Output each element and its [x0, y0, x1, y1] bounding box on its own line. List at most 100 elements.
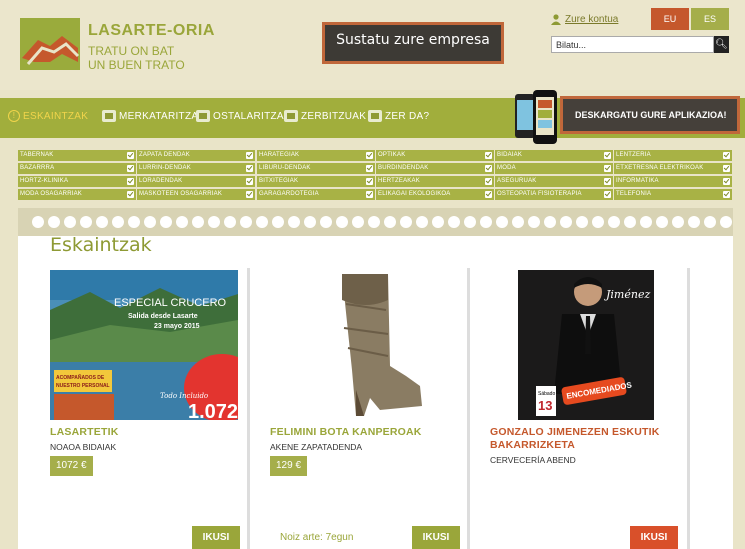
category-label: OPTIKAK	[378, 152, 406, 158]
checkbox-icon[interactable]	[485, 178, 492, 185]
view-button[interactable]: IKUSI	[192, 526, 240, 549]
category-filter[interactable]: INFORMATIKA	[614, 176, 732, 187]
category-label: MODA OSAGARRIAK	[20, 191, 83, 197]
phones-image	[515, 90, 557, 144]
category-filter[interactable]: HORTZ-KLINIKA	[18, 176, 136, 187]
category-filter[interactable]: HARATEGIAK	[257, 150, 375, 161]
offer-title[interactable]: GONZALO JIMENEZEN ESKUTIK	[490, 426, 660, 438]
category-label: LIBURU-DENDAK	[259, 165, 311, 171]
category-filter[interactable]: ASEGURUAK	[495, 176, 613, 187]
category-filter[interactable]: OSTEOPATIA FISIOTERAPIA	[495, 189, 613, 200]
checkbox-icon[interactable]	[723, 165, 730, 172]
torn-edge-decoration	[320, 216, 332, 228]
category-filter[interactable]: BAZARRRA	[18, 163, 136, 174]
nav-item-zer-da[interactable]: ZER DA?	[368, 110, 429, 122]
checkbox-icon[interactable]	[485, 165, 492, 172]
category-filter[interactable]: LIBURU-DENDAK	[257, 163, 375, 174]
torn-edge-decoration	[304, 216, 316, 228]
category-label: BAZARRRA	[20, 165, 55, 171]
category-label: MODA	[497, 165, 516, 171]
language-eu-button[interactable]: EU	[651, 8, 689, 30]
category-filter[interactable]: BITXITEGIAK	[257, 176, 375, 187]
offer-card[interactable]: FELIMINI BOTA KANPEROAK AKENE ZAPATADEND…	[270, 268, 470, 549]
category-label: BIDAIAK	[497, 152, 523, 158]
language-es-button[interactable]: ES	[691, 8, 729, 30]
torn-edge-decoration	[688, 216, 700, 228]
category-label: HERTZEAKAK	[378, 178, 420, 184]
category-filter[interactable]: GARAGARDOTEGIA	[257, 189, 375, 200]
nav-item-zerbitzuak[interactable]: ZERBITZUAK	[284, 110, 366, 122]
torn-edge-decoration	[48, 216, 60, 228]
offer-card[interactable]: ESPECIAL CRUCERO Salida desde Lasarte 23…	[50, 268, 250, 549]
category-filter[interactable]: MASKOTEEN OSAGARRIAK	[137, 189, 255, 200]
nav-item-merkataritza[interactable]: MERKATARITZA	[102, 110, 198, 122]
checkbox-icon[interactable]	[127, 191, 134, 198]
download-app-banner[interactable]: DESKARGATU GURE APLIKAZIOA!	[560, 96, 740, 134]
category-filter[interactable]: ELIKAGAI EKOLOGIKOA	[376, 189, 494, 200]
category-filter[interactable]: LORADENDAK	[137, 176, 255, 187]
offer-title-line-2[interactable]: BAKARRIZKETA	[490, 439, 575, 451]
category-filter[interactable]: LURRIN-DENDAK	[137, 163, 255, 174]
torn-edge-decoration	[80, 216, 92, 228]
checkbox-icon[interactable]	[246, 152, 253, 159]
checkbox-icon[interactable]	[127, 178, 134, 185]
checkbox-icon[interactable]	[604, 191, 611, 198]
category-filter[interactable]: OPTIKAK	[376, 150, 494, 161]
category-filter[interactable]: TELEFONIA	[614, 189, 732, 200]
checkbox-icon[interactable]	[246, 191, 253, 198]
checkbox-icon[interactable]	[723, 191, 730, 198]
view-button[interactable]: IKUSI	[412, 526, 460, 549]
checkbox-icon[interactable]	[246, 178, 253, 185]
category-filter[interactable]: HERTZEAKAK	[376, 176, 494, 187]
category-label: GARAGARDOTEGIA	[259, 191, 319, 197]
offer-until: Noiz arte: 7egun	[280, 532, 354, 543]
category-filter[interactable]: ZAPATA DENDAK	[137, 150, 255, 161]
category-filter[interactable]: LENTZERIA	[614, 150, 732, 161]
category-filter[interactable]: MODA OSAGARRIAK	[18, 189, 136, 200]
offer-card[interactable]: Jiménez Sábado 13 ENCOMEDIADOS GONZALO J…	[490, 268, 690, 549]
category-filter[interactable]: ETXETRESNA ELEKTRIKOAK	[614, 163, 732, 174]
checkbox-icon[interactable]	[723, 178, 730, 185]
checkbox-icon[interactable]	[723, 152, 730, 159]
torn-edge-decoration	[384, 216, 396, 228]
brand-title[interactable]: LASARTE-ORIA	[88, 22, 215, 40]
nav-item-ostalaritza[interactable]: OSTALARITZA	[196, 110, 284, 122]
view-button[interactable]: IKUSI	[630, 526, 678, 549]
torn-edge-decoration	[720, 216, 732, 228]
image-day: Sábado	[538, 391, 555, 397]
image-caption: Todo Incluido	[160, 392, 208, 400]
checkbox-icon[interactable]	[604, 152, 611, 159]
category-filter[interactable]: TABERNAK	[18, 150, 136, 161]
logo[interactable]	[20, 18, 80, 70]
svg-text:ACOMPAÑADOS DE: ACOMPAÑADOS DE	[56, 374, 105, 381]
category-label: INFORMATIKA	[616, 178, 659, 184]
checkbox-icon[interactable]	[366, 165, 373, 172]
offer-title[interactable]: FELIMINI BOTA KANPEROAK	[270, 426, 422, 438]
nav-item-eskaintzak[interactable]: ! ESKAINTZAK	[8, 110, 88, 122]
comedy-show-image[interactable]: Jiménez Sábado 13 ENCOMEDIADOS	[518, 270, 654, 420]
search-button[interactable]: 🔍︎	[714, 36, 729, 53]
torn-edge-decoration	[448, 216, 460, 228]
checkbox-icon[interactable]	[604, 178, 611, 185]
checkbox-icon[interactable]	[604, 165, 611, 172]
checkbox-icon[interactable]	[127, 165, 134, 172]
checkbox-icon[interactable]	[485, 191, 492, 198]
checkbox-icon[interactable]	[366, 191, 373, 198]
checkbox-icon[interactable]	[485, 152, 492, 159]
checkbox-icon[interactable]	[366, 152, 373, 159]
checkbox-icon[interactable]	[366, 178, 373, 185]
promote-business-button[interactable]: Sustatu zure empresa	[322, 22, 504, 64]
category-filter[interactable]: BIDAIAK	[495, 150, 613, 161]
offer-shop: CERVECERÍA ABEND	[490, 455, 576, 465]
boot-offer-image[interactable]	[270, 270, 460, 420]
offer-title[interactable]: LASARTETIK	[50, 426, 119, 438]
checkbox-icon[interactable]	[246, 165, 253, 172]
cruise-offer-image[interactable]: ESPECIAL CRUCERO Salida desde Lasarte 23…	[50, 270, 238, 420]
category-filter[interactable]: MODA	[495, 163, 613, 174]
checkbox-icon[interactable]	[127, 152, 134, 159]
account-link[interactable]: Zure kontua	[565, 14, 618, 25]
search-input[interactable]: Bilatu...	[551, 36, 714, 53]
image-text-line-1: ESPECIAL CRUCERO	[114, 297, 227, 309]
torn-edge-decoration	[576, 216, 588, 228]
category-filter[interactable]: BURDINDENDAK	[376, 163, 494, 174]
